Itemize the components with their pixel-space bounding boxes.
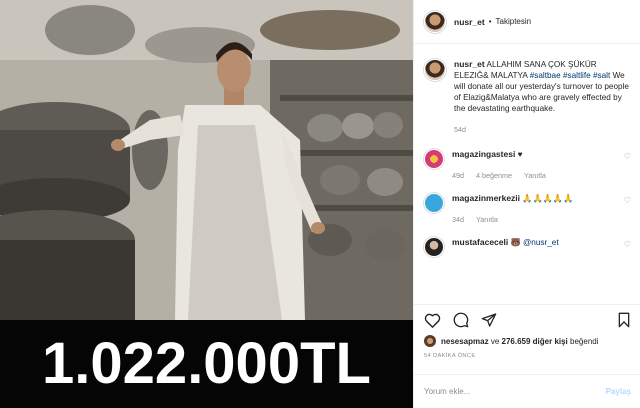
comment-row: mustafaceceli 🐻 @nusr_et ♡ [414,237,640,257]
commenter-avatar[interactable] [424,237,444,257]
header-separator: • [488,17,492,26]
hashtag-saltlife[interactable]: #saltlife [563,71,591,80]
comments-list[interactable]: nusr_et ALLAHIM SANA ÇOK ŞÜKÜR ELEZIĞ& M… [414,45,640,303]
comment-age[interactable]: 34d [452,214,464,225]
author-avatar[interactable] [424,10,446,33]
share-send-icon[interactable] [481,312,497,328]
hashtag-saltbae[interactable]: #saltbae [530,71,561,80]
commenter-avatar[interactable] [424,193,444,213]
caption-body: nusr_et ALLAHIM SANA ÇOK ŞÜKÜR ELEZIĞ& M… [454,59,631,135]
caption-meta: 54d [454,124,631,135]
comment-body: magazingastesi ♥ 49d 4 beğenme Yanıtla [452,149,624,181]
save-bookmark-icon[interactable] [617,312,631,328]
like-heart-icon[interactable] [424,312,441,328]
comment-bubble-icon[interactable] [453,312,469,328]
reply-button[interactable]: Yanıtla [476,214,498,225]
amount-text: 1.022.000TL [42,331,371,396]
likes-connector: ve [490,336,500,346]
amount-banner: 1.022.000TL [0,320,413,408]
comment-age[interactable]: 49d [452,170,464,181]
liker-avatar[interactable] [424,335,436,347]
comment-row: magazinmerkezii 🙏🙏🙏🙏🙏 34d Yanıtla ♡ [414,193,640,225]
comment-body: magazinmerkezii 🙏🙏🙏🙏🙏 34d Yanıtla [452,193,624,225]
commenter-avatar[interactable] [424,149,444,169]
comment-like-heart-icon[interactable]: ♡ [624,240,631,257]
reply-button[interactable]: Yanıtla [524,170,546,181]
add-comment-bar: Paylaş [414,374,640,408]
post-actions: nesesapmaz ve 276.659 diğer kişi beğendi… [414,304,640,408]
liker-username[interactable]: nesesapmaz [441,337,489,346]
hashtag-salt[interactable]: #salt [593,71,610,80]
post-timestamp[interactable]: 54 DAKİKA ÖNCE [414,347,640,359]
comment-mention[interactable]: @nusr_et [523,238,559,247]
comment-text: 🐻 [510,238,521,247]
likes-summary: nesesapmaz ve 276.659 diğer kişi beğendi [414,335,640,347]
comment-text: ♥ [517,150,523,159]
comment-text: 🙏🙏🙏🙏🙏 [522,194,574,203]
comment-meta: 34d Yanıtla [452,214,624,225]
comment-body: mustafaceceli 🐻 @nusr_et [452,237,624,257]
action-icons [414,305,640,335]
post-header: nusr_et • Takiptesin [414,0,640,44]
caption-avatar[interactable] [424,59,446,81]
author-username[interactable]: nusr_et [454,17,485,27]
likes-count[interactable]: 276.659 diğer kişi [502,337,568,346]
comment-like-heart-icon[interactable]: ♡ [624,196,631,225]
kitchen-photo-illustration [0,0,413,320]
post-photo[interactable] [0,0,413,320]
comment-username[interactable]: mustafaceceli [452,237,508,247]
post-comment-button[interactable]: Paylaş [606,387,631,396]
caption-username[interactable]: nusr_et [454,59,485,69]
comment-likes[interactable]: 4 beğenme [476,170,512,181]
follow-status-button[interactable]: Takiptesin [496,17,532,26]
caption-age[interactable]: 54d [454,124,466,135]
comment-username[interactable]: magazingastesi [452,149,515,159]
comment-like-heart-icon[interactable]: ♡ [624,152,631,181]
header-text: nusr_et • Takiptesin [454,17,531,27]
likes-suffix: beğendi [570,336,599,346]
comment-input[interactable] [424,387,606,396]
post-side-panel: nusr_et • Takiptesin nusr_et ALLAHIM SAN… [413,0,640,408]
comment-meta: 49d 4 beğenme Yanıtla [452,170,624,181]
comment-row: magazingastesi ♥ 49d 4 beğenme Yanıtla ♡ [414,149,640,181]
caption-row: nusr_et ALLAHIM SANA ÇOK ŞÜKÜR ELEZIĞ& M… [414,59,640,135]
comment-username[interactable]: magazinmerkezii [452,193,520,203]
